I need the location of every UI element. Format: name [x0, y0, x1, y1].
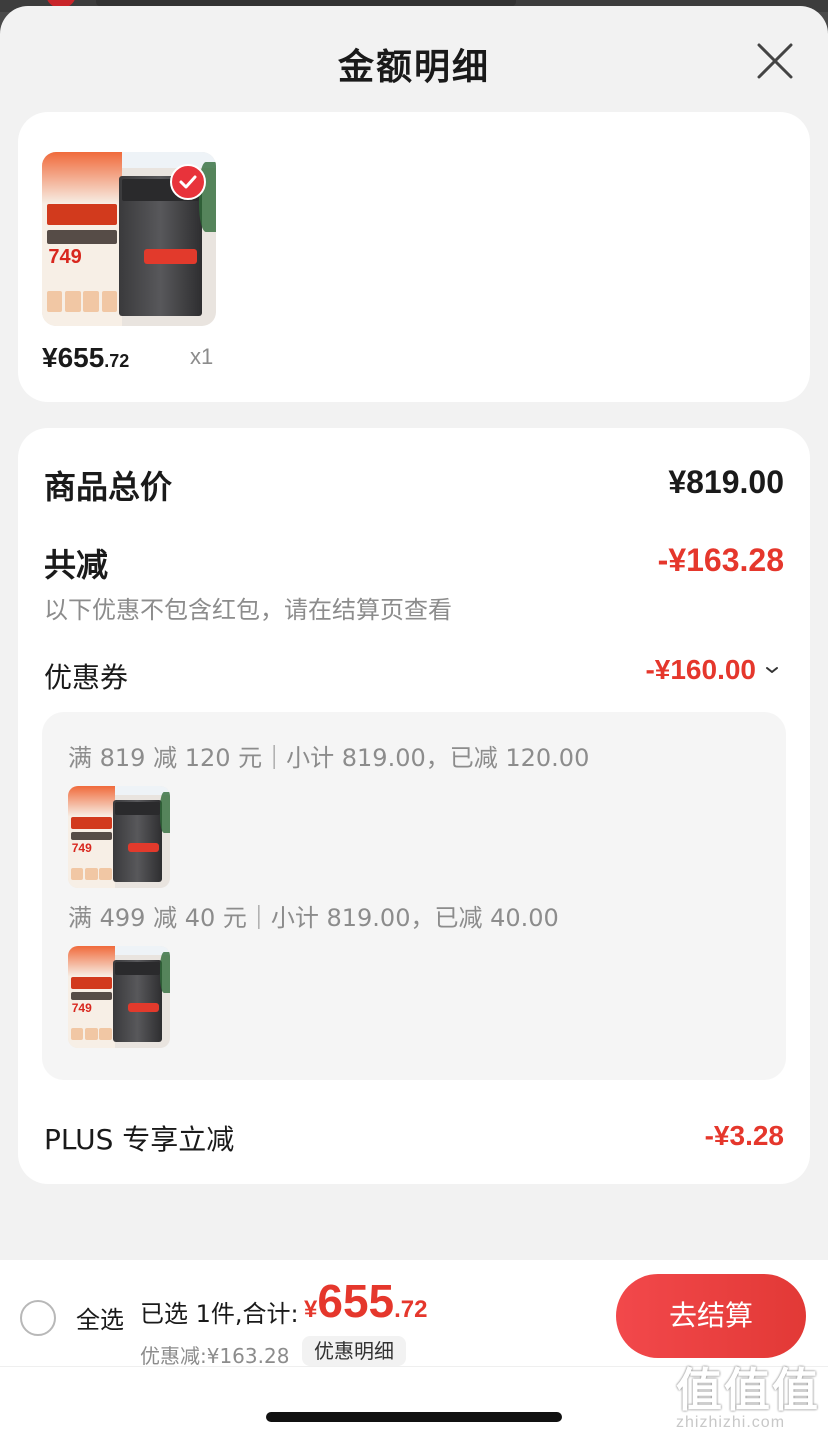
red-packet-note: 以下优惠不包含红包，请在结算页查看 [44, 596, 452, 624]
total-reduction-label: 共减 [44, 546, 109, 584]
sheet-title: 金额明细 [337, 47, 490, 88]
coupon-label: 优惠券 [44, 661, 129, 694]
home-indicator[interactable] [266, 1412, 562, 1422]
chevron-down-icon [766, 667, 778, 673]
coupon-toggle[interactable]: -¥160.00 [645, 654, 780, 686]
discount-amount-text: 优惠减:¥163.28 [140, 1344, 290, 1368]
coupon-rule-2: 满 499 减 40 元｜小计 819.00，已减 40.00 [68, 904, 559, 932]
plus-discount-value: -¥3.28 [704, 1120, 784, 1151]
product-quantity: x1 [190, 344, 214, 369]
amount-detail-sheet: 金额明细 749 ¥655.72 x1 商品总价 ¥819.00 共减 -¥16… [0, 6, 828, 1440]
total-reduction-value: -¥163.28 [657, 542, 784, 578]
coupon-product-thumbnail: 749 [68, 786, 170, 888]
promo-poster: 749 [42, 152, 123, 326]
discount-detail-link[interactable]: 优惠明细 [302, 1336, 406, 1366]
site-watermark: 值值值 zhizhizhi.com [676, 1363, 820, 1431]
product-thumbnail[interactable]: 749 [42, 152, 216, 326]
poster-price: 749 [48, 245, 82, 268]
coupon-product-thumbnail: 749 [68, 946, 170, 1048]
selected-check-icon [170, 164, 206, 200]
product-card: 749 ¥655.72 x1 [18, 112, 810, 402]
selected-count-text: 已选 1件,合计: [140, 1300, 299, 1328]
checkout-bar: 全选 已选 1件,合计: ¥655.72 优惠减:¥163.28 优惠明细 去结… [0, 1260, 828, 1440]
plus-discount-label: PLUS 专享立减 [44, 1123, 235, 1156]
price-breakdown-card: 商品总价 ¥819.00 共减 -¥163.28 以下优惠不包含红包，请在结算页… [18, 428, 810, 1184]
close-button[interactable] [756, 42, 794, 80]
select-all-radio[interactable] [20, 1300, 56, 1336]
total-amount: ¥655.72 [304, 1275, 428, 1327]
coupon-rule-1: 满 819 减 120 元｜小计 819.00，已减 120.00 [68, 744, 590, 772]
checkout-button[interactable]: 去结算 [616, 1274, 806, 1358]
close-icon [757, 43, 793, 79]
total-price-label: 商品总价 [44, 468, 173, 506]
coupon-detail-box: 满 819 减 120 元｜小计 819.00，已减 120.00 749 满 … [42, 712, 786, 1080]
coupon-value: -¥160.00 [645, 654, 756, 685]
product-price: ¥655.72 [42, 342, 130, 373]
total-price-value: ¥819.00 [668, 464, 784, 500]
select-all-label[interactable]: 全选 [76, 1300, 124, 1335]
